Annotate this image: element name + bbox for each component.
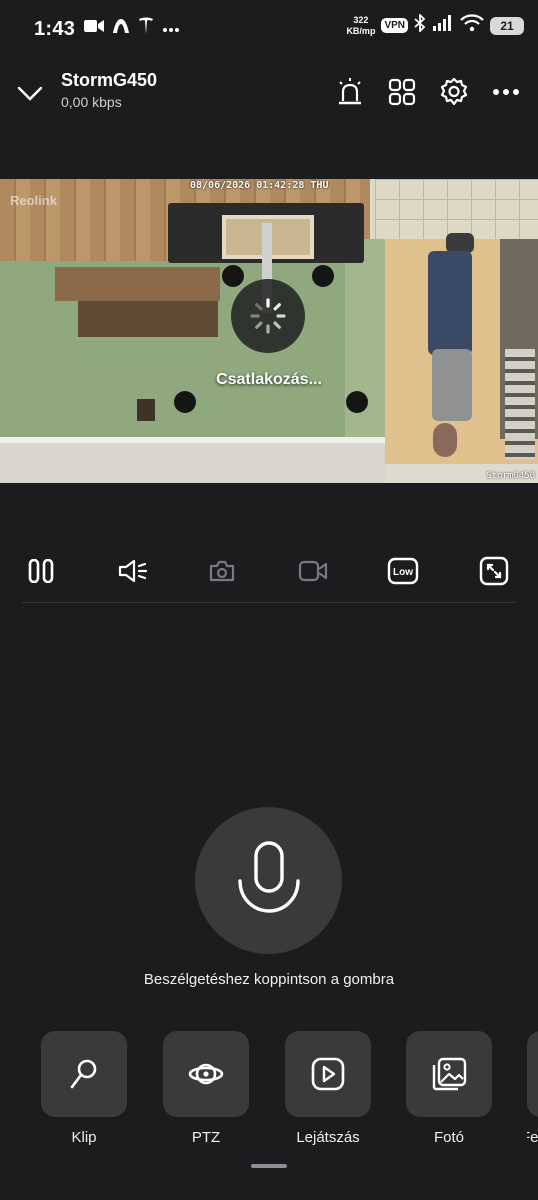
more-options-icon [493,89,519,95]
device-header: StormG450 0,00 kbps [0,58,538,128]
shortcut-clip[interactable]: Klip [41,1031,127,1146]
network-speed-unit: KB/mp [346,25,376,36]
snapshot-icon [209,560,235,582]
status-time: 1:43 [34,18,76,40]
status-notification-icons [84,17,180,40]
app-screen: 1:43 322 KB/mp VPN 21 StormG450 0,00 kbp… [0,0,538,1200]
scene-wall-frame [137,399,155,421]
pause-button[interactable] [21,554,61,588]
shortcut-photo[interactable]: Fotó [406,1031,492,1146]
settings-gear-icon [440,77,468,106]
signal-icon [432,15,454,36]
tesla-icon [138,17,154,40]
snapshot-button[interactable] [202,554,242,588]
record-button[interactable] [293,554,333,588]
network-speed-value: 322 [353,14,369,25]
video-camera-name: StormG450 [486,471,535,481]
microphone-icon [237,840,300,913]
fullscreen-icon [479,556,509,586]
collapse-button[interactable] [14,78,46,110]
vpn-badge: VPN [381,18,408,33]
fullscreen-button[interactable] [474,554,514,588]
record-icon [298,560,328,582]
battery-indicator: 21 [490,16,524,35]
bitrate-label: 0,00 kbps [61,94,122,110]
shortcut-tile[interactable] [406,1031,492,1117]
shortcut-tile[interactable] [527,1031,538,1117]
video-camera-icon [84,19,104,38]
photo-icon [432,1057,467,1091]
spinner-icon [250,298,286,334]
shortcut-ptz[interactable]: PTZ [163,1031,249,1146]
scene-baseboard [0,437,385,443]
video-timestamp: 08/06/2026 01:42:28 THU [190,180,329,191]
shortcut-label: Lejátszás [296,1129,360,1146]
playback-icon [311,1057,345,1091]
scene-person-legs [428,251,472,355]
shortcut-playback[interactable]: Lejátszás [285,1031,371,1146]
shortcut-label: Fotó [433,1129,464,1146]
scene-ceiling-grid [375,179,538,239]
settings-button[interactable] [428,72,480,112]
device-name: StormG450 [61,70,158,90]
scene-shelf-lower [78,301,218,337]
scene-wall-right [345,239,385,459]
pause-icon [28,559,54,583]
header-actions [324,72,532,112]
quality-label: Low [393,567,413,578]
ptz-icon [188,1063,224,1085]
talk-button[interactable] [195,807,342,954]
status-bar: 1:43 322 KB/mp VPN 21 [0,0,538,58]
siren-icon [339,78,361,105]
shortcut-tile[interactable] [285,1031,371,1117]
shortcut-label: Fe [527,1129,538,1146]
loading-spinner [231,279,305,353]
bluetooth-icon [414,12,426,37]
scene-spot-3 [222,265,244,287]
more-options-button[interactable] [480,72,532,112]
more-dots-icon [162,20,180,38]
chevron-down-icon [17,86,43,101]
shortcut-label: Klip [71,1129,97,1146]
live-video-feed[interactable]: Reolink 08/06/2026 01:42:28 THU StormG45… [0,179,538,483]
shortcut-tile[interactable] [41,1031,127,1117]
speaker-icon [118,559,148,583]
brand-watermark: Reolink [10,193,57,208]
talk-hint: Beszélgetéshez koppintson a gombra [143,971,395,988]
scene-spot-4 [312,265,334,287]
shortcut-partial[interactable]: Fe [527,1031,538,1146]
scene-spot-1 [174,391,196,413]
scene-right-items [505,349,535,459]
shortcut-tile[interactable] [163,1031,249,1117]
status-system-icons: 322 KB/mp VPN 21 [346,12,524,37]
multi-view-button[interactable] [376,72,428,112]
scene-person-head [433,423,457,457]
wifi-icon [460,14,484,37]
clip-icon [70,1059,97,1089]
shortcut-label: PTZ [191,1129,221,1146]
quality-button[interactable]: Low [383,554,423,588]
mountain-app-icon [112,18,130,39]
network-speed: 322 KB/mp [346,15,375,37]
connection-status: Csatlakozás... [216,371,322,388]
scene-floor [0,441,385,483]
scene-shelf [55,267,220,301]
video-controls: Low [0,546,538,596]
multi-view-icon [388,78,416,106]
speaker-button[interactable] [113,554,153,588]
scene-spot-2 [346,391,368,413]
quality-icon: Low [387,557,419,585]
toolbar-divider [22,602,516,603]
scene-person-shoe [446,233,474,253]
siren-button[interactable] [324,72,376,112]
home-indicator[interactable] [251,1164,287,1168]
